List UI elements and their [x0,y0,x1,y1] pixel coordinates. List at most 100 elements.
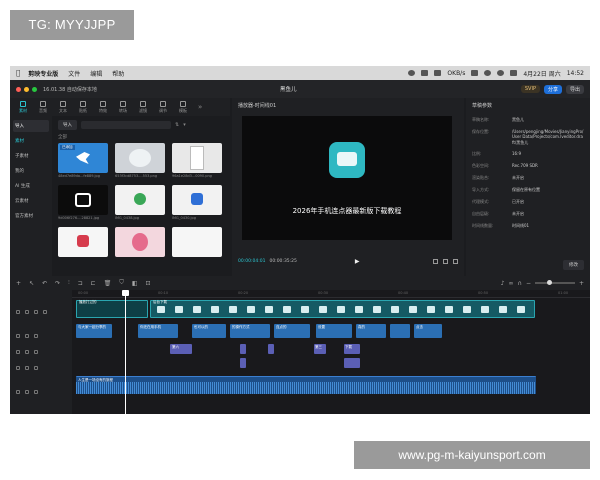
sidebar-item-import[interactable]: 导入 [13,120,49,132]
text-clip[interactable]: 真的 [356,324,386,338]
undo-icon[interactable]: ↶ [42,280,47,287]
ratio-icon[interactable] [443,259,448,264]
track-controls[interactable] [16,366,38,370]
media-item[interactable] [172,227,222,257]
minimize-window-button[interactable] [24,86,29,92]
tab-effects[interactable]: 特效 [94,100,112,114]
play-button[interactable]: ▶ [355,258,360,265]
apple-icon[interactable]:  [16,69,20,77]
media-item[interactable]: IMG_0438.jpg [115,185,165,220]
template-icon [180,100,186,107]
more-tabs-icon[interactable]: » [198,103,202,111]
audio-clip[interactable]: 人生是一场没有的旅程 [76,376,536,394]
tab-template[interactable]: 模板 [174,100,192,114]
sidebar-item-material[interactable]: 素材 [13,135,49,147]
tab-sticker[interactable]: 贴纸 [74,100,92,114]
sidebar-item-cloud[interactable]: 云素材 [13,195,49,207]
text-clip[interactable]: 点击 [414,324,442,338]
magnet-icon[interactable]: ∩ [518,280,522,287]
close-window-button[interactable] [16,86,21,92]
sticker-clip[interactable]: 第三 [314,344,326,354]
playhead[interactable] [122,290,129,414]
tab-adjust[interactable]: 调节 [154,100,172,114]
control-center-icon[interactable] [510,70,518,76]
text-clip[interactable]: 你还在用手机 [138,324,178,338]
tab-filter[interactable]: 滤镜 [134,100,152,114]
select-tool-icon[interactable]: ↖ [29,280,34,287]
redo-icon[interactable]: ↷ [55,280,60,287]
text-track-controls[interactable] [16,334,38,338]
crop-icon[interactable]: ⊡ [146,280,151,287]
video-preview[interactable]: 2026年手机连点器最新版下载教程 [242,116,452,240]
sticker-clip[interactable] [344,358,360,368]
zoom-in-icon[interactable]: + [579,280,584,287]
media-item[interactable] [115,227,165,257]
freeze-icon[interactable]: ◧ [132,280,138,287]
menu-edit[interactable]: 编辑 [90,69,102,78]
video-clip[interactable]: 后台下载 [150,300,535,318]
menu-app-name[interactable]: 剪映专业版 [28,69,58,78]
transition-icon [120,100,126,107]
link-icon[interactable]: ∞ [509,280,514,287]
sidebar-item-ai[interactable]: AI 生成 [13,180,49,192]
mic-icon[interactable]: ♪ [501,280,505,287]
split-right-icon[interactable]: ⊏ [91,280,96,287]
text-clip[interactable]: 连点的 [274,324,310,338]
sticker-clip[interactable] [268,344,274,354]
tab-media[interactable]: 素材 [14,100,32,114]
split-left-icon[interactable]: ⊐ [78,280,83,287]
svip-badge[interactable]: SVIP [520,85,540,93]
fullscreen-icon[interactable] [433,259,438,264]
split-icon[interactable]: ⫶ [68,279,70,287]
bluetooth-icon[interactable] [434,70,442,76]
wifi-icon[interactable] [484,70,492,76]
tab-audio[interactable]: 音频 [34,100,52,114]
zoom-slider[interactable] [534,280,575,285]
app-status-icon[interactable] [408,70,416,76]
media-item[interactable] [58,227,108,257]
timeline-ruler[interactable]: 00:00 00:10 00:20 00:30 00:40 00:50 01:0… [72,290,590,298]
sticker-clip[interactable] [240,358,246,368]
add-track-icon[interactable]: + [16,280,21,287]
video-clip[interactable]: 播放打过的 [76,300,148,318]
share-button[interactable]: 分享 [543,84,562,94]
modify-button[interactable]: 修改 [563,260,584,270]
sticker-clip[interactable]: 第六 [170,344,192,354]
filter-icon[interactable]: ▾ [183,122,186,128]
export-button[interactable]: 导出 [565,84,584,94]
zoom-out-icon[interactable]: − [526,280,531,287]
text-clip[interactable] [390,324,410,338]
menu-file[interactable]: 文件 [68,69,80,78]
expand-icon[interactable] [453,259,458,264]
sort-icon[interactable]: ⇅ [175,122,179,128]
tab-text[interactable]: 文本 [54,100,72,114]
text-clip[interactable]: 与大家一起分享的 [76,324,112,338]
sticker-clip[interactable] [240,344,246,354]
video-track-controls[interactable] [16,310,47,314]
import-button[interactable]: 导入 [58,120,77,130]
text-clip[interactable]: 设置 [316,324,352,338]
audio-track-controls[interactable] [16,390,38,394]
sticker-track-controls[interactable] [16,350,38,354]
wechat-icon[interactable] [421,70,429,76]
media-item[interactable]: 已添加 48ed7e89da...fe889.jpg [58,143,108,178]
sidebar-item-mine[interactable]: 我的 [13,165,49,177]
battery-icon[interactable] [471,70,479,76]
sidebar-item-sub-material[interactable]: 子素材 [13,150,49,162]
media-search-input[interactable] [81,121,171,129]
media-item[interactable]: IMG_0430.jpg [172,185,222,220]
sidebar-item-official[interactable]: 官方素材 [13,210,49,222]
text-clip[interactable]: 的操作方式 [230,324,270,338]
zoom-window-button[interactable] [32,86,37,92]
sticker-clip[interactable]: 下载 [344,344,360,354]
media-item[interactable]: 9d006f276....28821.jpg [58,185,108,220]
media-item[interactable]: 653f3cd8753....553.png [115,143,165,178]
media-item[interactable]: 96a1e28d3...0090.png [172,143,222,178]
prop-row: 色彩空间: Rec.709 SDR [472,163,538,169]
delete-icon[interactable]: 🗑 [104,280,112,287]
search-icon[interactable] [497,70,505,76]
text-clip[interactable]: 也可以的 [192,324,226,338]
tab-transition[interactable]: 转场 [114,100,132,114]
marker-icon[interactable]: ⛉ [119,279,124,287]
menu-help[interactable]: 帮助 [112,69,124,78]
